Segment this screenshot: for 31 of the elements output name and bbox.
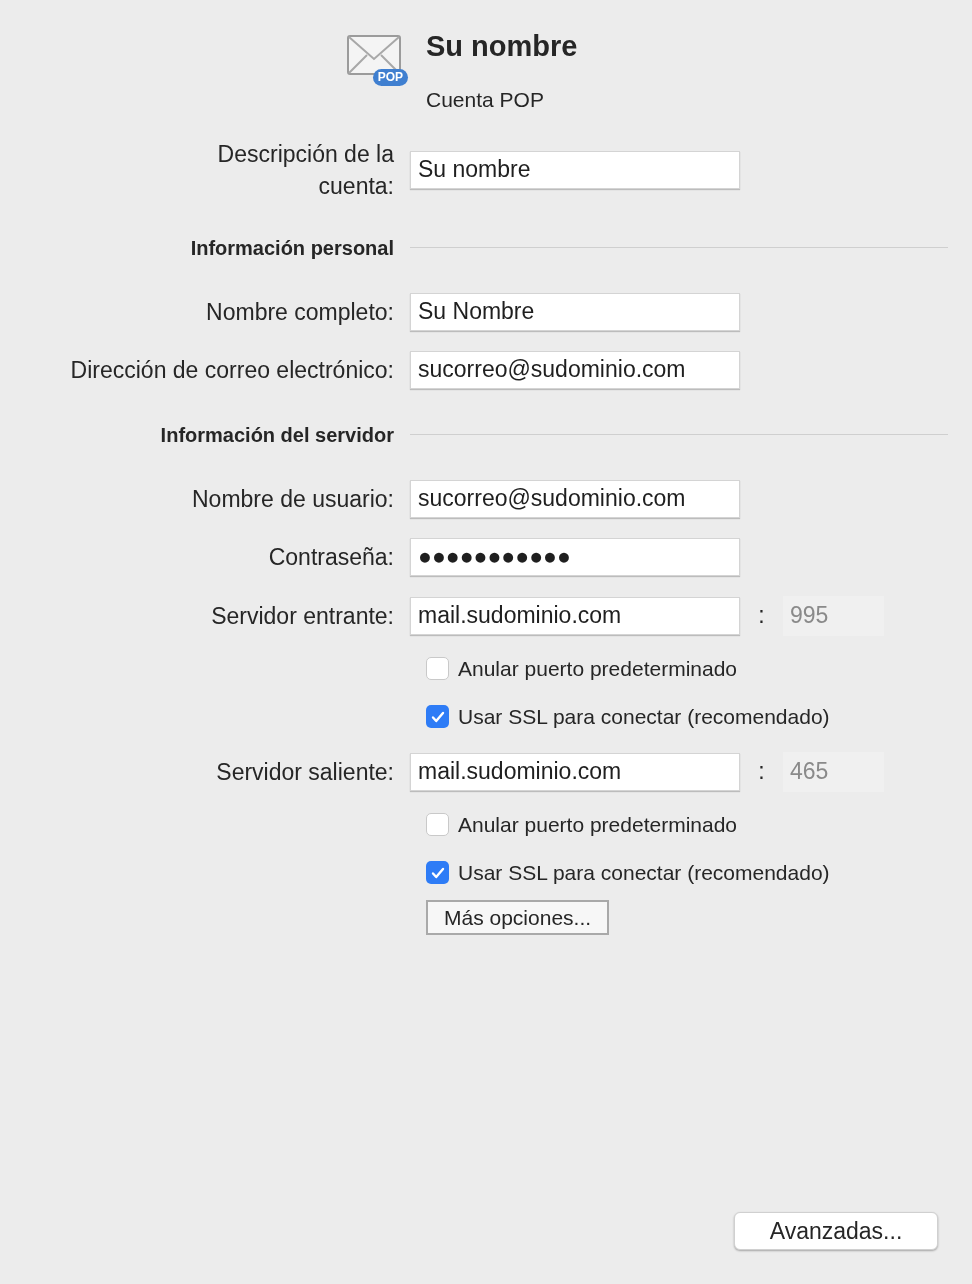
text-field[interactable]: mail.sudominio.com [410,752,740,791]
field-label: Nombre de usuario: [192,484,394,514]
field-label: Servidor entrante: [211,601,394,631]
text-field[interactable]: sucorreo@sudominio.com [410,479,740,518]
account-type: Cuenta POP [426,87,545,113]
checkbox-label: Usar SSL para conectar (recomendado) [458,703,830,730]
text-field[interactable]: mail.sudominio.com [410,596,740,635]
section-heading: Información personal [190,235,394,261]
checkbox-label: Anular puerto predeterminado [458,655,737,682]
checkbox[interactable] [426,657,449,680]
field-label: Servidor saliente: [216,757,394,787]
port-separator: : [757,601,766,631]
advanced-button[interactable]: Avanzadas... [734,1212,938,1250]
section-heading: Información del servidor [160,422,394,448]
field-label: Contraseña: [268,542,394,572]
checkbox[interactable] [426,861,449,884]
checkbox-label: Anular puerto predeterminado [458,811,737,838]
checkbox[interactable] [426,813,449,836]
checkbox[interactable] [426,705,449,728]
field-label: Descripción de la cuenta: [217,139,394,201]
pop-badge: POP [372,69,408,86]
account-title: Su nombre [426,29,578,64]
text-field[interactable]: Su Nombre [410,292,740,331]
text-field[interactable]: ●●●●●●●●●●● [410,537,740,576]
text-field[interactable]: Su nombre [410,150,740,189]
field-label: Dirección de correo electrónico: [70,355,394,385]
field-label: Nombre completo: [206,297,394,327]
checkbox-label: Usar SSL para conectar (recomendado) [458,859,830,886]
port-separator: : [757,757,766,787]
text-field[interactable]: sucorreo@sudominio.com [410,350,740,389]
more-options-button[interactable]: Más opciones... [426,899,610,935]
